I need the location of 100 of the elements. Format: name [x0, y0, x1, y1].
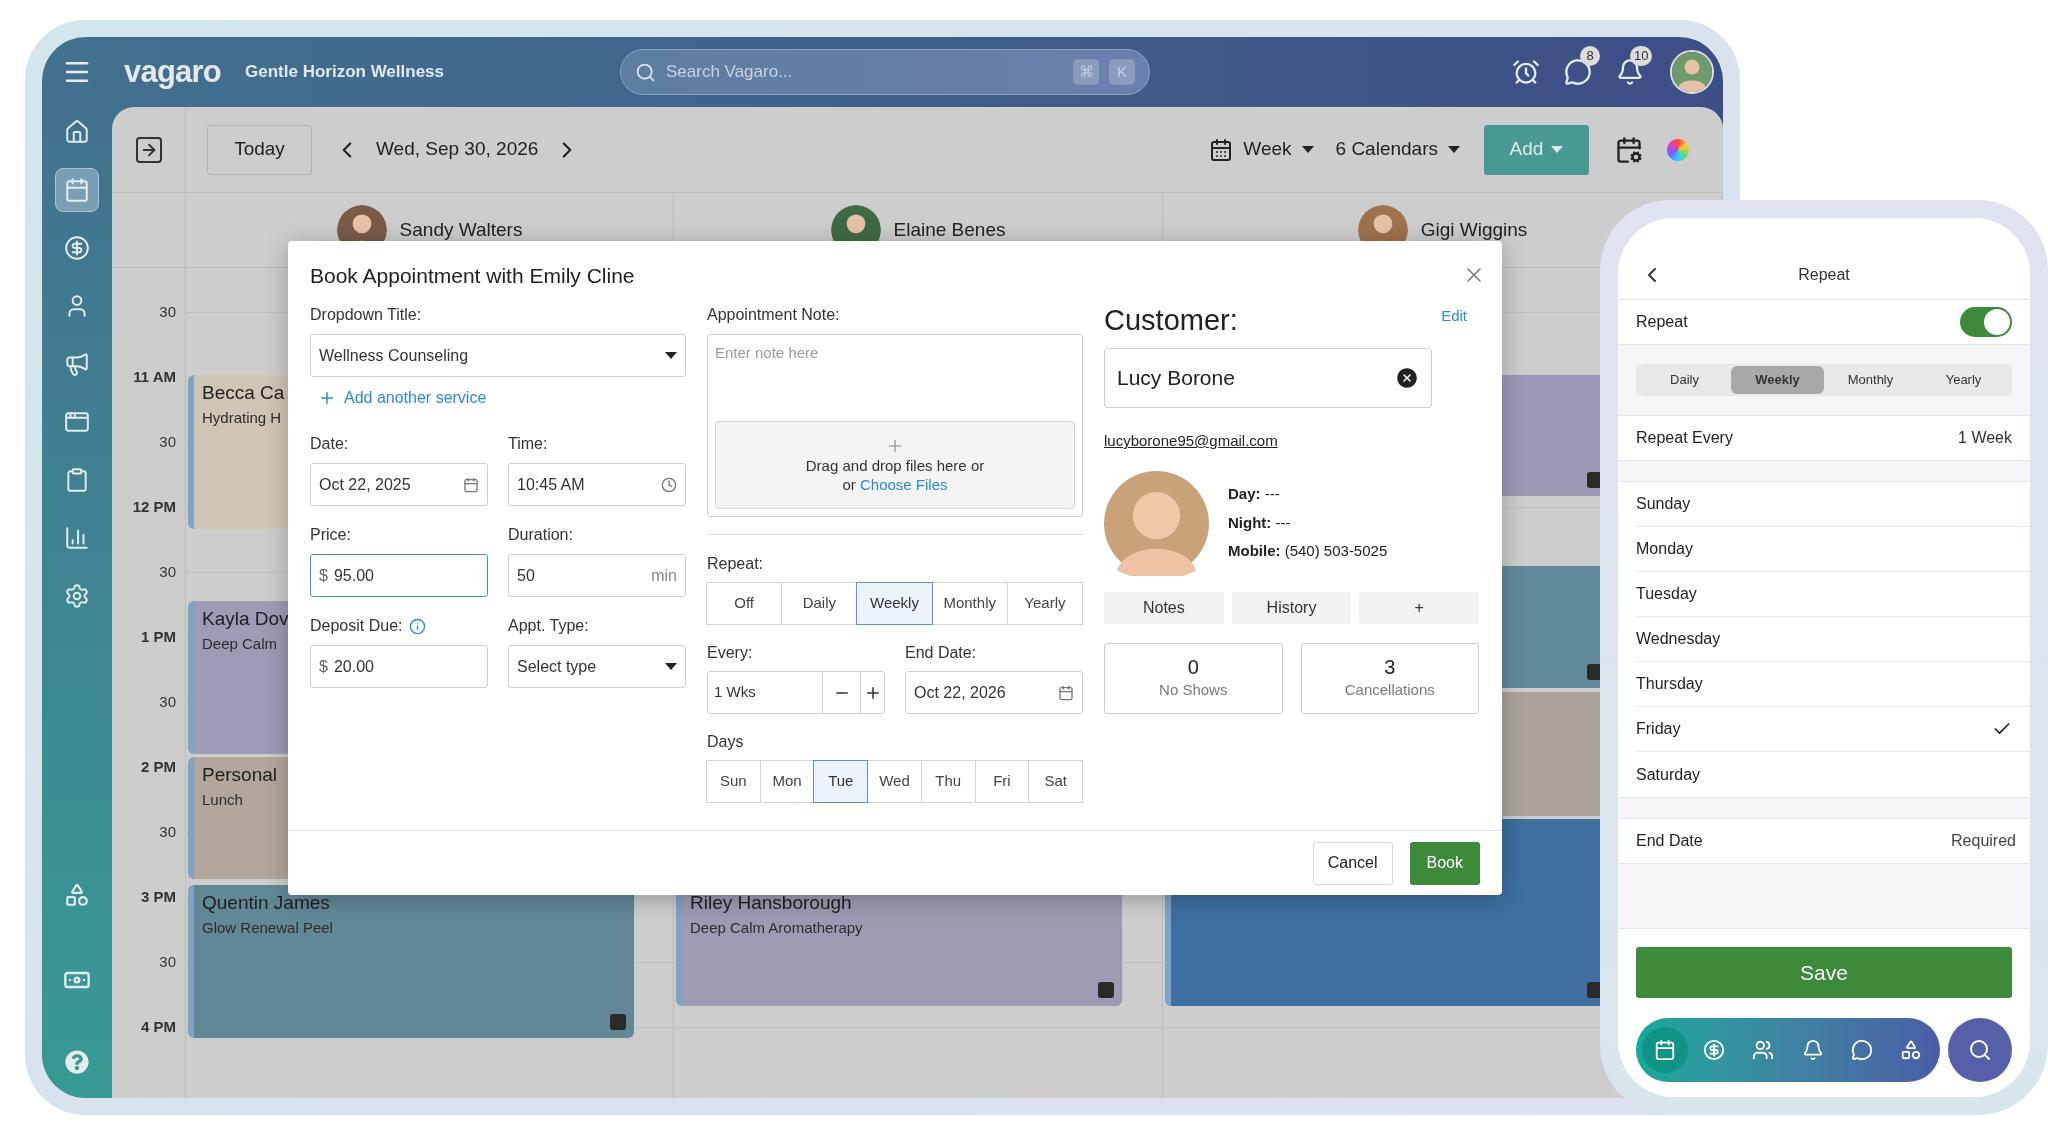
- alarm-clock-icon[interactable]: [1512, 58, 1540, 86]
- service-dropdown[interactable]: Wellness Counseling: [310, 334, 686, 377]
- view-dropdown[interactable]: Week: [1209, 135, 1314, 164]
- customer-tab[interactable]: +: [1359, 591, 1479, 624]
- sidebar-nav-button[interactable]: [55, 168, 99, 212]
- edit-link[interactable]: Edit: [1441, 305, 1467, 328]
- time-label: 1 PM: [141, 627, 176, 648]
- field-label: Appointment Note:: [707, 305, 841, 325]
- field-label: Dropdown Title:: [310, 305, 423, 325]
- today-button[interactable]: Today: [207, 124, 312, 175]
- cancel-button[interactable]: Cancel: [1312, 841, 1393, 885]
- time-label: 4 PM: [141, 1017, 176, 1038]
- calendar-icon: [64, 177, 90, 203]
- search-field[interactable]: Search Vagaro...: [666, 59, 1063, 85]
- staff-name: Gigi Wiggins: [1420, 217, 1528, 242]
- row-label: Repeat: [1636, 312, 1688, 332]
- client-name: Riley Hansborough: [690, 891, 852, 915]
- people-icon: [1752, 1039, 1775, 1061]
- caret-icon: [1301, 146, 1314, 153]
- megaphone-icon: [64, 351, 90, 377]
- chat-icon[interactable]: [1564, 58, 1592, 86]
- clock-icon: [661, 476, 677, 493]
- caret-icon: [1551, 146, 1564, 153]
- email-link[interactable]: lucyborone95@gmail.com: [1104, 430, 1278, 453]
- color-wheel-icon[interactable]: [1667, 138, 1689, 161]
- repeat-option[interactable]: Yearly: [1006, 582, 1083, 625]
- add-service-link[interactable]: Add another service: [318, 386, 487, 410]
- deposit-field[interactable]: $ 20.00: [310, 645, 488, 688]
- count-badge: 10: [1630, 46, 1653, 66]
- weekday-row[interactable]: Sunday: [1636, 482, 2030, 527]
- staff-name: Sandy Walters: [399, 217, 523, 242]
- shapes-icon[interactable]: [64, 882, 90, 908]
- calendar-settings-icon[interactable]: [1615, 135, 1643, 164]
- repeat-toggle[interactable]: [1960, 307, 2012, 337]
- clear-icon[interactable]: [1395, 366, 1419, 390]
- time-label: 12 PM: [132, 497, 176, 518]
- dropzone-text: Drag and drop files here or or Choose Files: [805, 456, 985, 494]
- help-icon[interactable]: [65, 1050, 89, 1074]
- shapes-icon: [1900, 1039, 1923, 1061]
- shortcut-key: ⌘: [1073, 59, 1099, 85]
- day-option[interactable]: Thu: [920, 760, 976, 803]
- duration-field[interactable]: 50 min: [508, 554, 686, 597]
- appointment-type-dropdown[interactable]: Select type: [508, 645, 686, 688]
- interval-stepper[interactable]: 1 Wks: [707, 671, 885, 714]
- time-label: 11 AM: [133, 367, 176, 388]
- frequency-option[interactable]: Daily: [1638, 366, 1731, 394]
- settings-icon: [64, 583, 90, 609]
- end-date-field[interactable]: Oct 22, 2026: [905, 671, 1083, 714]
- time-field[interactable]: 10:45 AM: [508, 463, 686, 506]
- weekday-row[interactable]: Monday: [1636, 527, 2030, 572]
- stat-value: 0: [1187, 654, 1199, 679]
- calendars-dropdown[interactable]: 6 Calendars: [1335, 135, 1460, 164]
- time-label: 30: [159, 692, 176, 713]
- weekday-row[interactable]: Thursday: [1636, 662, 2030, 707]
- day-option[interactable]: Sun: [706, 760, 761, 803]
- field-label: End Date:: [905, 643, 978, 663]
- stat-value: 3: [1384, 654, 1396, 679]
- date-field[interactable]: Oct 22, 2025: [310, 463, 488, 506]
- logo: vagaro: [124, 52, 221, 91]
- frequency-option[interactable]: Monthly: [1824, 366, 1917, 394]
- customer-tab[interactable]: Notes: [1104, 591, 1224, 624]
- note-box[interactable]: Enter note here Drag and drop files here or or Choose Files: [707, 334, 1083, 517]
- weekday-row[interactable]: Friday: [1636, 707, 2030, 752]
- day-option[interactable]: Fri: [974, 760, 1030, 803]
- bell-icon[interactable]: [1616, 58, 1644, 86]
- frequency-option[interactable]: Weekly: [1731, 366, 1824, 394]
- info-icon[interactable]: [408, 617, 426, 635]
- book-button[interactable]: Book: [1409, 841, 1480, 885]
- weekday-row[interactable]: Wednesday: [1636, 617, 2030, 662]
- client-name: Becca Ca: [202, 381, 285, 405]
- file-dropzone[interactable]: Drag and drop files here or or Choose Files: [715, 421, 1075, 509]
- contact-line: Mobile: (540) 503-5025: [1228, 541, 1388, 562]
- service-name: Lunch: [202, 790, 243, 810]
- business-name: Gentle Horizon Wellness: [245, 61, 445, 84]
- day-option[interactable]: Wed: [867, 760, 922, 803]
- calendar-icon: [1058, 684, 1074, 701]
- field-label: Price:: [310, 525, 352, 545]
- customer-field[interactable]: Lucy Borone: [1104, 348, 1432, 408]
- nav-tab[interactable]: [1642, 1027, 1688, 1073]
- stat-label: Cancellations: [1344, 679, 1435, 700]
- repeat-option[interactable]: Monthly: [931, 582, 1008, 625]
- repeat-option[interactable]: Weekly: [856, 582, 933, 625]
- price-field[interactable]: $ 95.00: [310, 554, 488, 597]
- caret-icon: [665, 352, 677, 359]
- weekday-row[interactable]: Saturday: [1636, 752, 2030, 797]
- customer-tab[interactable]: History: [1231, 591, 1352, 624]
- dollar-icon: [1703, 1039, 1726, 1061]
- plus-icon: [318, 389, 336, 407]
- dollar-icon: [64, 235, 90, 261]
- weekday-row[interactable]: Tuesday: [1636, 572, 2030, 617]
- appointment-card[interactable]: Quentin James Glow Renewal Peel: [188, 885, 634, 1038]
- frequency-option[interactable]: Yearly: [1917, 366, 2010, 394]
- day-option[interactable]: Sat: [1028, 760, 1084, 803]
- staff-name: Elaine Benes: [893, 217, 1006, 242]
- calendar-icon: [463, 476, 479, 493]
- service-name: Glow Renewal Peel: [202, 918, 333, 938]
- repeat-option[interactable]: Off: [706, 582, 783, 625]
- note-field[interactable]: Enter note here: [715, 342, 1075, 421]
- day-option[interactable]: Tue: [813, 760, 869, 803]
- save-button[interactable]: Save: [1636, 947, 2012, 998]
